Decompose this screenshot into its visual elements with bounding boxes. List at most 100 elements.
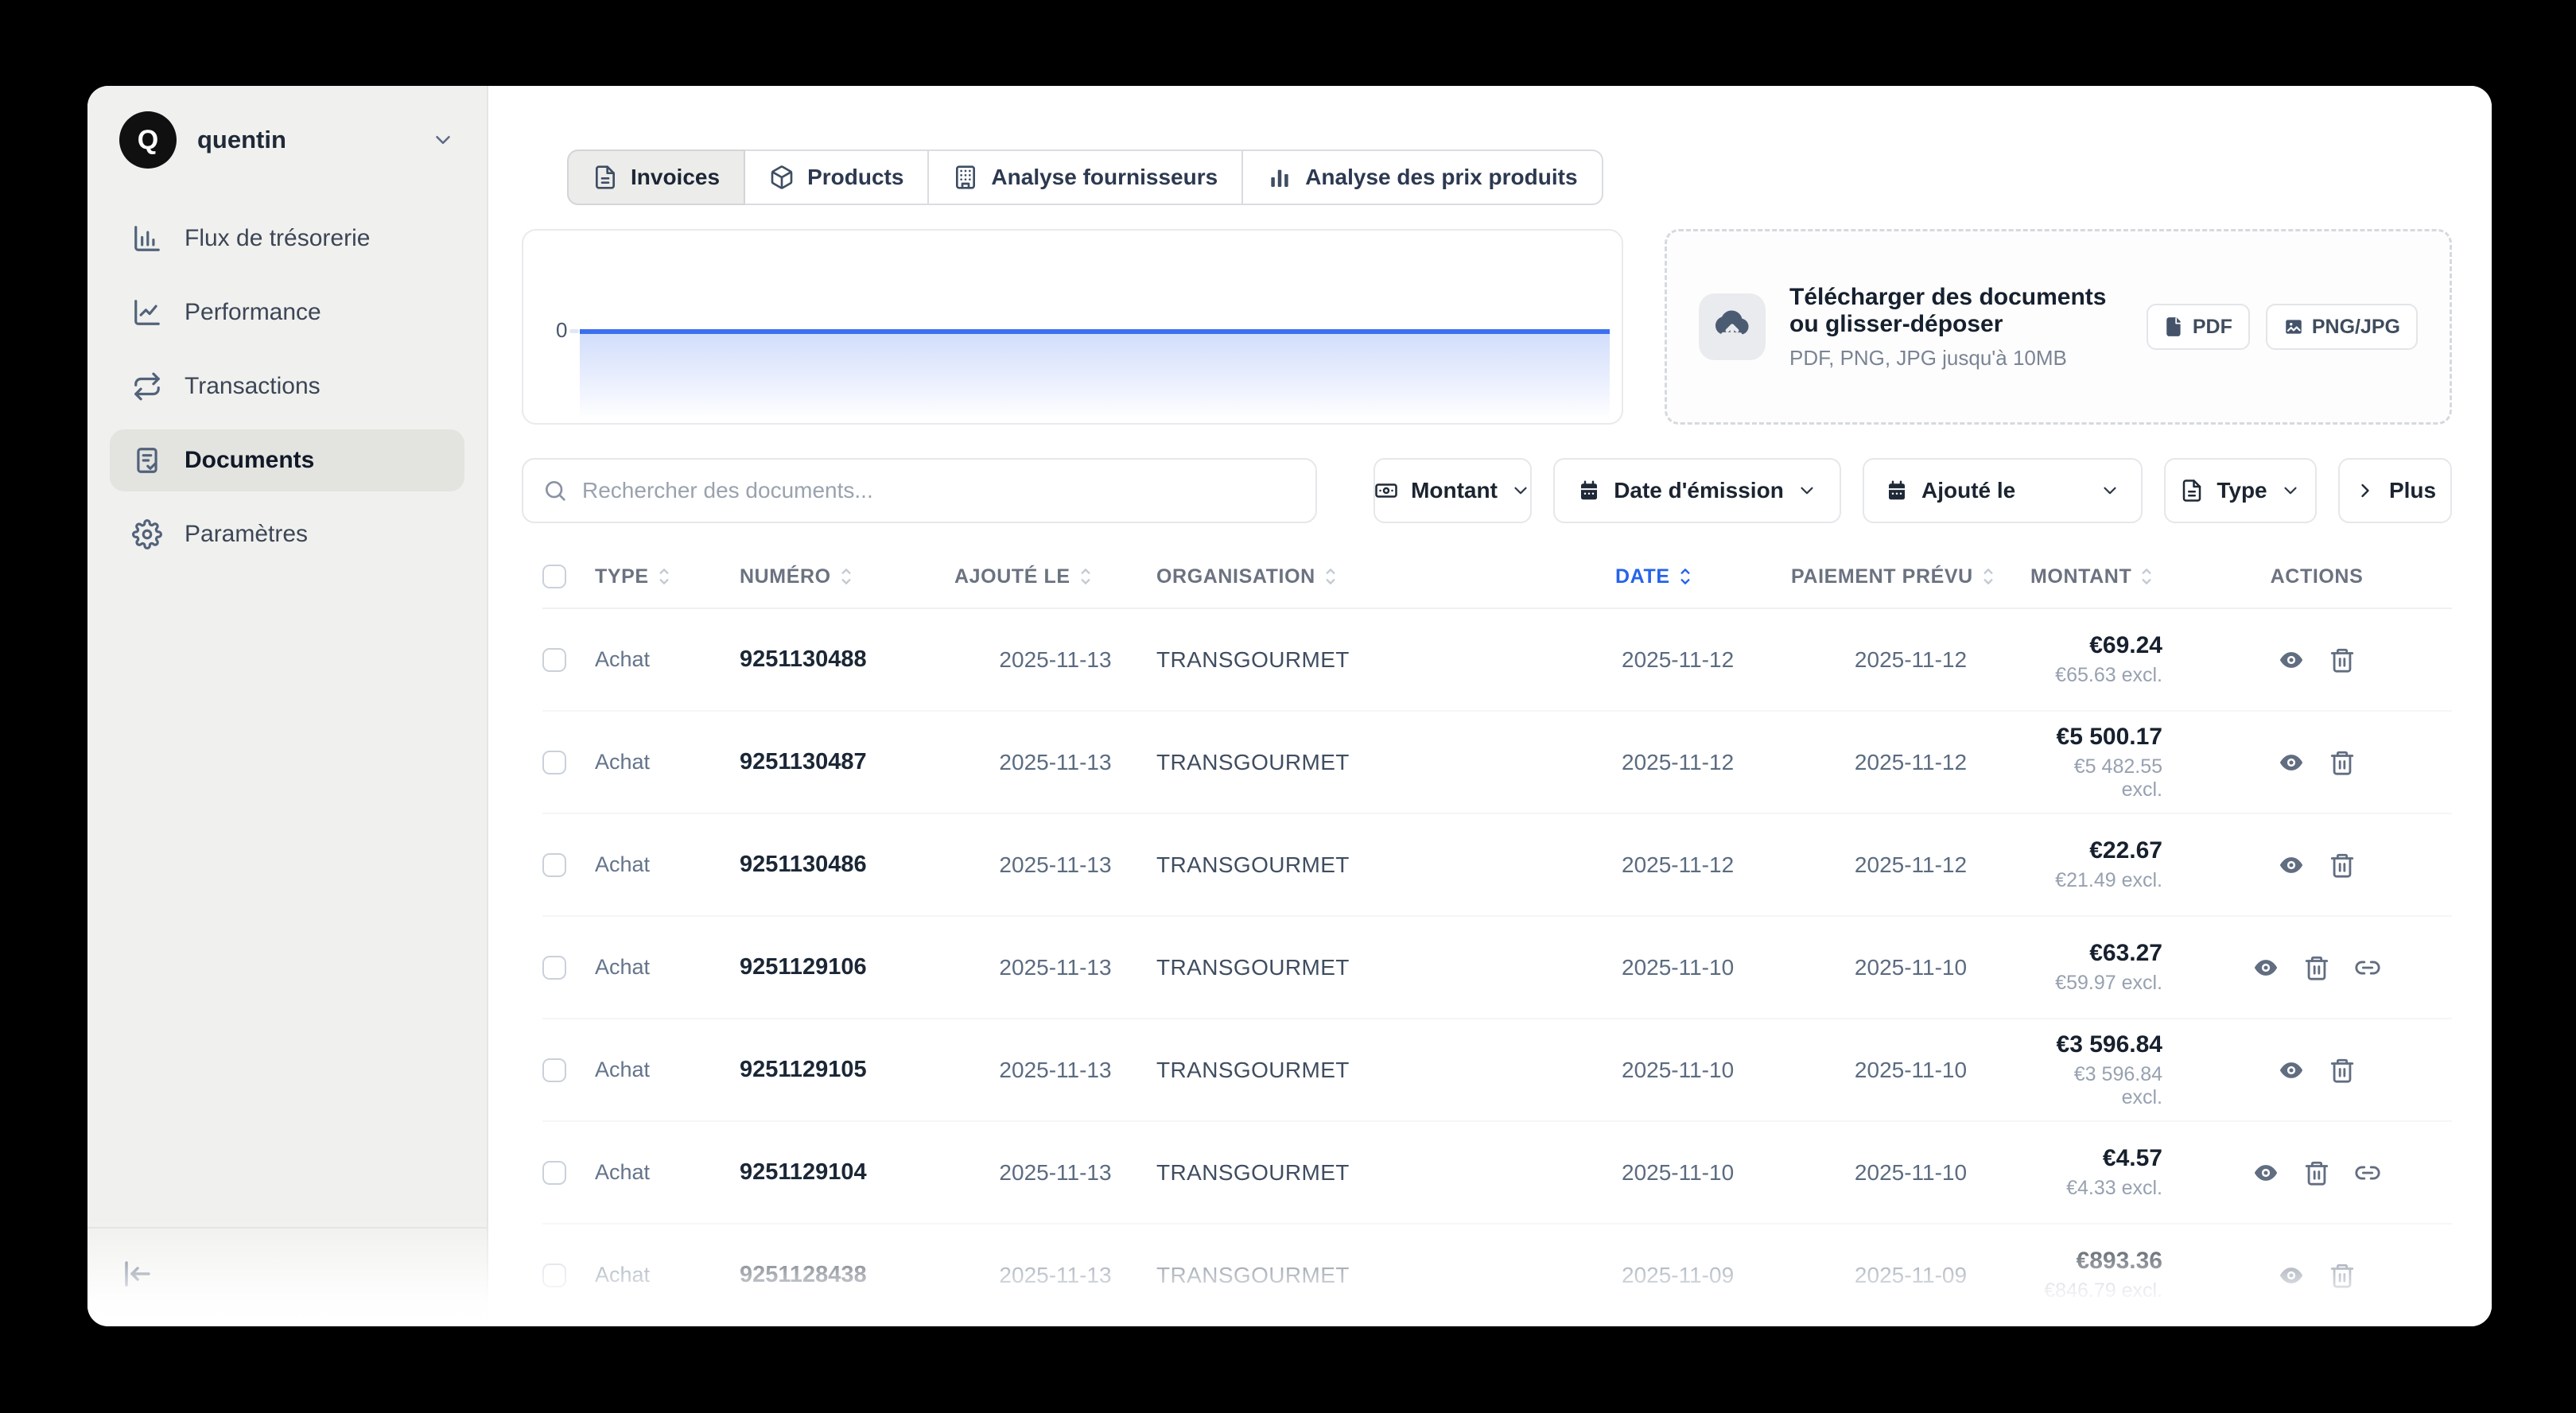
column-header-type[interactable]: TYPE	[595, 565, 740, 588]
table-row[interactable]: Achat92511304872025-11-13TRANSGOURMET202…	[542, 712, 2452, 814]
table-row[interactable]: Achat92511284382025-11-13TRANSGOURMET202…	[542, 1225, 2452, 1326]
trash-action-button[interactable]	[2329, 1262, 2356, 1289]
row-actions	[2182, 954, 2452, 981]
column-label: TYPE	[595, 565, 649, 588]
tab-label: Invoices	[631, 165, 720, 190]
link-action-button[interactable]	[2354, 954, 2381, 981]
column-header-due[interactable]: PAIEMENT PRÉVU	[1791, 565, 2030, 588]
table-body: Achat 9251130488 2025-11-13 TRANSGOURMET 202…	[542, 609, 2452, 1326]
cell-type: Achat	[595, 1160, 740, 1185]
cell-organisation: TRANSGOURMET	[1156, 1263, 1615, 1288]
link-action-button[interactable]	[2354, 1159, 2381, 1186]
chevron-down-icon	[431, 128, 455, 152]
search-input[interactable]	[582, 478, 1296, 503]
cell-added-date: 2025-11-13	[954, 852, 1156, 878]
amount-excl: €3 596.84 excl.	[2030, 1063, 2162, 1109]
eye-action-button[interactable]	[2278, 749, 2305, 776]
column-label: ORGANISATION	[1156, 565, 1315, 588]
sidebar-item-flux-de-tresorerie[interactable]: Flux de trésorerie	[110, 208, 464, 270]
table-row[interactable]: Achat92511304862025-11-13TRANSGOURMET202…	[542, 814, 2452, 917]
filter-type-button[interactable]: Type	[2164, 458, 2317, 523]
eye-action-button[interactable]	[2252, 954, 2279, 981]
tab-products[interactable]: Products	[744, 149, 929, 205]
trash-action-button[interactable]	[2329, 852, 2356, 879]
eye-action-button[interactable]	[2278, 1262, 2305, 1289]
select-all-checkbox[interactable]	[542, 565, 566, 588]
row-checkbox[interactable]	[542, 1264, 566, 1287]
sidebar-item-documents[interactable]: Documents	[110, 429, 464, 491]
filter-ajoute-le-button[interactable]: Ajouté le	[1863, 458, 2143, 523]
cell-date: 2025-11-10	[1615, 1160, 1791, 1186]
table-row[interactable]: Achat92511291062025-11-13TRANSGOURMET202…	[542, 917, 2452, 1019]
tab-analyse-fournisseurs[interactable]: Analyse fournisseurs	[927, 149, 1243, 205]
column-header-added[interactable]: AJOUTÉ LE	[954, 565, 1156, 588]
cell-organisation: TRANSGOURMET	[1156, 647, 1615, 673]
row-actions	[2182, 646, 2452, 674]
eye-action-button[interactable]	[2252, 1159, 2279, 1186]
eye-action-button[interactable]	[2278, 646, 2305, 674]
building-icon	[953, 165, 978, 190]
upload-dropzone[interactable]: Télécharger des documents ou glisser-dép…	[1665, 229, 2452, 425]
column-header-actions: ACTIONS	[2182, 565, 2452, 588]
filter-montant-button[interactable]: Montant	[1373, 458, 1532, 523]
row-checkbox[interactable]	[542, 648, 566, 672]
row-actions	[2182, 1057, 2452, 1084]
filter-button-label: Montant	[1411, 478, 1498, 503]
filter-plus-button[interactable]: Plus	[2338, 458, 2452, 523]
user-menu[interactable]: Q quentin	[119, 111, 455, 169]
row-checkbox[interactable]	[542, 853, 566, 877]
row-checkbox[interactable]	[542, 1161, 566, 1185]
eye-action-button[interactable]	[2278, 1057, 2305, 1084]
sidebar-item-label: Documents	[185, 447, 314, 474]
filter-date-d-emission-button[interactable]: Date d'émission	[1553, 458, 1841, 523]
row-checkbox[interactable]	[542, 751, 566, 774]
cell-type: Achat	[595, 852, 740, 877]
upload-png-jpg-button[interactable]: PNG/JPG	[2266, 304, 2418, 350]
upload-button-label: PNG/JPG	[2312, 316, 2400, 339]
row-checkbox[interactable]	[542, 956, 566, 980]
search-box	[522, 458, 1317, 523]
cell-amount: €5 500.17€5 482.55 excl.	[2030, 724, 2182, 802]
sort-icon	[2139, 565, 2154, 588]
documents-table: TYPE NUMÉROAJOUTÉ LEORGANISATION DATEPAIEM…	[542, 545, 2452, 1326]
column-header-amount[interactable]: MONTANT	[2030, 565, 2182, 588]
trash-action-button[interactable]	[2303, 1159, 2330, 1186]
cell-payment-due: 2025-11-10	[1791, 955, 2030, 980]
table-row[interactable]: Achat92511291042025-11-13TRANSGOURMET202…	[542, 1122, 2452, 1225]
tab-label: Analyse fournisseurs	[991, 165, 1218, 190]
row-checkbox[interactable]	[542, 1058, 566, 1082]
cell-amount: €69.24€65.63 excl.	[2030, 632, 2182, 687]
cell-date: 2025-11-10	[1615, 955, 1791, 980]
cell-payment-due: 2025-11-12	[1791, 852, 2030, 878]
chevron-down-icon	[2280, 480, 2301, 501]
trash-action-button[interactable]	[2329, 646, 2356, 674]
column-header-org[interactable]: ORGANISATION	[1156, 565, 1615, 588]
sidebar-item-performance[interactable]: Performance	[110, 281, 464, 344]
calendar-icon	[1577, 479, 1601, 503]
cell-number: 9251130488	[740, 646, 954, 673]
cell-amount: €22.67€21.49 excl.	[2030, 837, 2182, 892]
column-header-date[interactable]: DATE	[1615, 565, 1791, 588]
amount-incl: €69.24	[2030, 632, 2162, 659]
file-icon	[2164, 316, 2185, 337]
trash-action-button[interactable]	[2329, 749, 2356, 776]
sidebar-footer	[87, 1227, 487, 1326]
eye-action-button[interactable]	[2278, 852, 2305, 879]
file-text-icon	[2180, 479, 2204, 503]
row-actions	[2182, 1262, 2452, 1289]
tab-analyse-des-prix-produits[interactable]: Analyse des prix produits	[1241, 149, 1603, 205]
column-header-number[interactable]: NUMÉRO	[740, 565, 954, 588]
amount-incl: €22.67	[2030, 837, 2162, 864]
sidebar-item-parametres[interactable]: Paramètres	[110, 503, 464, 565]
cell-amount: €3 596.84€3 596.84 excl.	[2030, 1031, 2182, 1109]
upload-pdf-button[interactable]: PDF	[2147, 304, 2250, 350]
sidebar-item-transactions[interactable]: Transactions	[110, 355, 464, 417]
table-row[interactable]: Achat92511304882025-11-13TRANSGOURMET202…	[542, 609, 2452, 712]
cloud-upload-icon	[1714, 309, 1750, 345]
table-row[interactable]: Achat92511291052025-11-13TRANSGOURMET202…	[542, 1019, 2452, 1122]
collapse-sidebar-icon[interactable]	[121, 1257, 154, 1291]
trash-action-button[interactable]	[2303, 954, 2330, 981]
tab-invoices[interactable]: Invoices	[567, 149, 745, 205]
trash-action-button[interactable]	[2329, 1057, 2356, 1084]
user-name: quentin	[197, 126, 286, 154]
